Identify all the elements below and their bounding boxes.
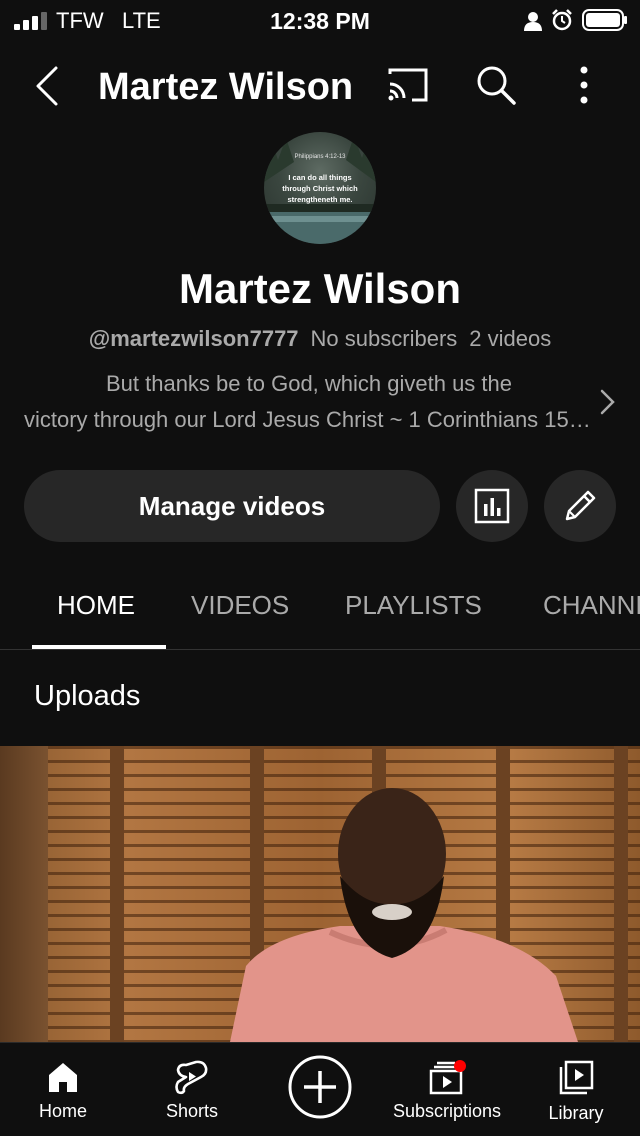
description-line-2: victory through our Lord Jesus Christ ~ … bbox=[24, 407, 594, 432]
channel-name: Martez Wilson bbox=[179, 265, 461, 312]
tab-channels[interactable]: CHANNELS bbox=[543, 590, 640, 621]
nav-home-label: Home bbox=[38, 1101, 87, 1121]
channel-description[interactable]: But thanks be to God, which giveth us th… bbox=[24, 366, 594, 438]
analytics-button[interactable] bbox=[456, 470, 528, 542]
edit-button[interactable] bbox=[544, 470, 616, 542]
nav-shorts-label: Shorts bbox=[165, 1101, 219, 1121]
presenter-figure bbox=[230, 788, 578, 1042]
nav-library[interactable]: Library bbox=[540, 1043, 612, 1136]
create-icon[interactable] bbox=[288, 1055, 352, 1119]
tabs-divider bbox=[0, 649, 640, 650]
video-count: 2 videos bbox=[469, 326, 552, 351]
video-thumbnail[interactable] bbox=[0, 746, 640, 1042]
channel-avatar[interactable]: Philippians 4:12-13 I can do all things … bbox=[264, 132, 376, 244]
library-icon bbox=[559, 1060, 594, 1095]
nav-shorts[interactable]: Shorts bbox=[156, 1043, 228, 1136]
clock: 12:38 PM bbox=[270, 8, 370, 34]
subscriber-count: No subscribers bbox=[310, 326, 458, 351]
avatar-verse-text: I can do all things through Christ which… bbox=[282, 173, 358, 204]
battery-icon bbox=[582, 9, 627, 31]
back-icon[interactable] bbox=[26, 64, 70, 108]
app-bar-title: Martez Wilson bbox=[98, 66, 354, 108]
nav-subscriptions-label: Subscriptions bbox=[392, 1101, 502, 1121]
tab-playlists[interactable]: PLAYLISTS bbox=[345, 590, 482, 621]
bottom-navigation: Home Shorts Subscriptions Library bbox=[0, 1042, 640, 1136]
avatar-verse-reference: Philippians 4:12-13 bbox=[294, 154, 346, 160]
cast-icon[interactable] bbox=[384, 64, 432, 108]
shorts-icon bbox=[175, 1060, 208, 1095]
nav-subscriptions[interactable]: Subscriptions bbox=[386, 1043, 508, 1136]
tab-home[interactable]: HOME bbox=[57, 590, 135, 621]
pencil-icon bbox=[565, 490, 596, 521]
home-icon bbox=[49, 1063, 77, 1092]
chevron-right-icon[interactable] bbox=[596, 388, 618, 416]
analytics-icon bbox=[474, 488, 510, 524]
uploads-heading: Uploads bbox=[34, 680, 141, 712]
top-app-bar: Martez Wilson bbox=[0, 44, 640, 128]
nav-home[interactable]: Home bbox=[28, 1043, 98, 1136]
alarm-icon bbox=[552, 9, 572, 31]
channel-meta: @martezwilson7777 No subscribers 2 videos bbox=[0, 326, 640, 352]
manage-videos-button[interactable]: Manage videos bbox=[24, 470, 440, 542]
more-options-icon[interactable] bbox=[566, 62, 602, 108]
channel-handle: @martezwilson7777 bbox=[88, 326, 299, 351]
channel-tabs: HOME VIDEOS PLAYLISTS CHANNELS bbox=[0, 570, 640, 650]
search-icon[interactable] bbox=[473, 62, 519, 108]
person-icon bbox=[524, 12, 542, 31]
status-bar: TFW LTE 12:38 PM bbox=[0, 0, 640, 44]
nav-library-label: Library bbox=[548, 1103, 604, 1123]
subscriptions-icon bbox=[429, 1060, 466, 1095]
tab-videos[interactable]: VIDEOS bbox=[191, 590, 289, 621]
description-line-1: But thanks be to God, which giveth us th… bbox=[105, 371, 513, 396]
